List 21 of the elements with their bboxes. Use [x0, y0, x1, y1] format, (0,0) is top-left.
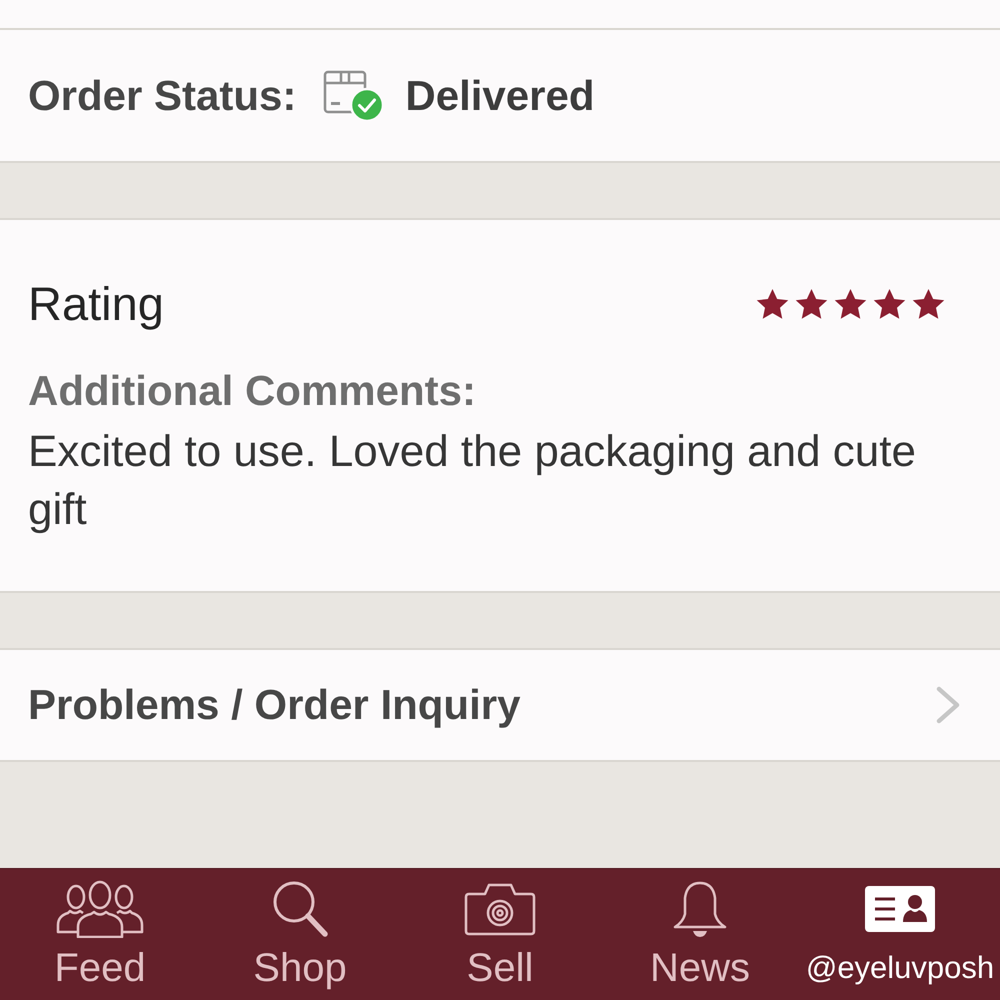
order-inquiry-row[interactable]: Problems / Order Inquiry	[0, 648, 1000, 762]
people-icon	[56, 880, 144, 938]
star-icon	[873, 288, 906, 320]
status-value: Delivered	[405, 72, 594, 120]
chevron-right-icon	[936, 686, 960, 724]
star-icon	[834, 288, 867, 320]
search-icon	[271, 879, 329, 939]
nav-tab[interactable]: @eyeluvposh	[800, 869, 1000, 1000]
comments-label: Additional Comments:	[28, 370, 477, 412]
nav-tab[interactable]: Shop	[200, 869, 400, 1000]
profile-card-icon	[865, 886, 935, 932]
star-icon	[912, 288, 945, 320]
camera-icon	[464, 882, 536, 936]
status-label: Order Status:	[28, 72, 296, 120]
star-icon	[756, 288, 789, 320]
comments-text: Excited to use. Loved the packaging and cute gift	[28, 426, 917, 536]
bell-icon	[672, 880, 728, 938]
nav-tab[interactable]: Feed	[0, 869, 200, 1000]
nav-tab[interactable]: Sell	[400, 869, 600, 1000]
nav-tab[interactable]: News	[600, 869, 800, 1000]
star-icon	[795, 288, 828, 320]
